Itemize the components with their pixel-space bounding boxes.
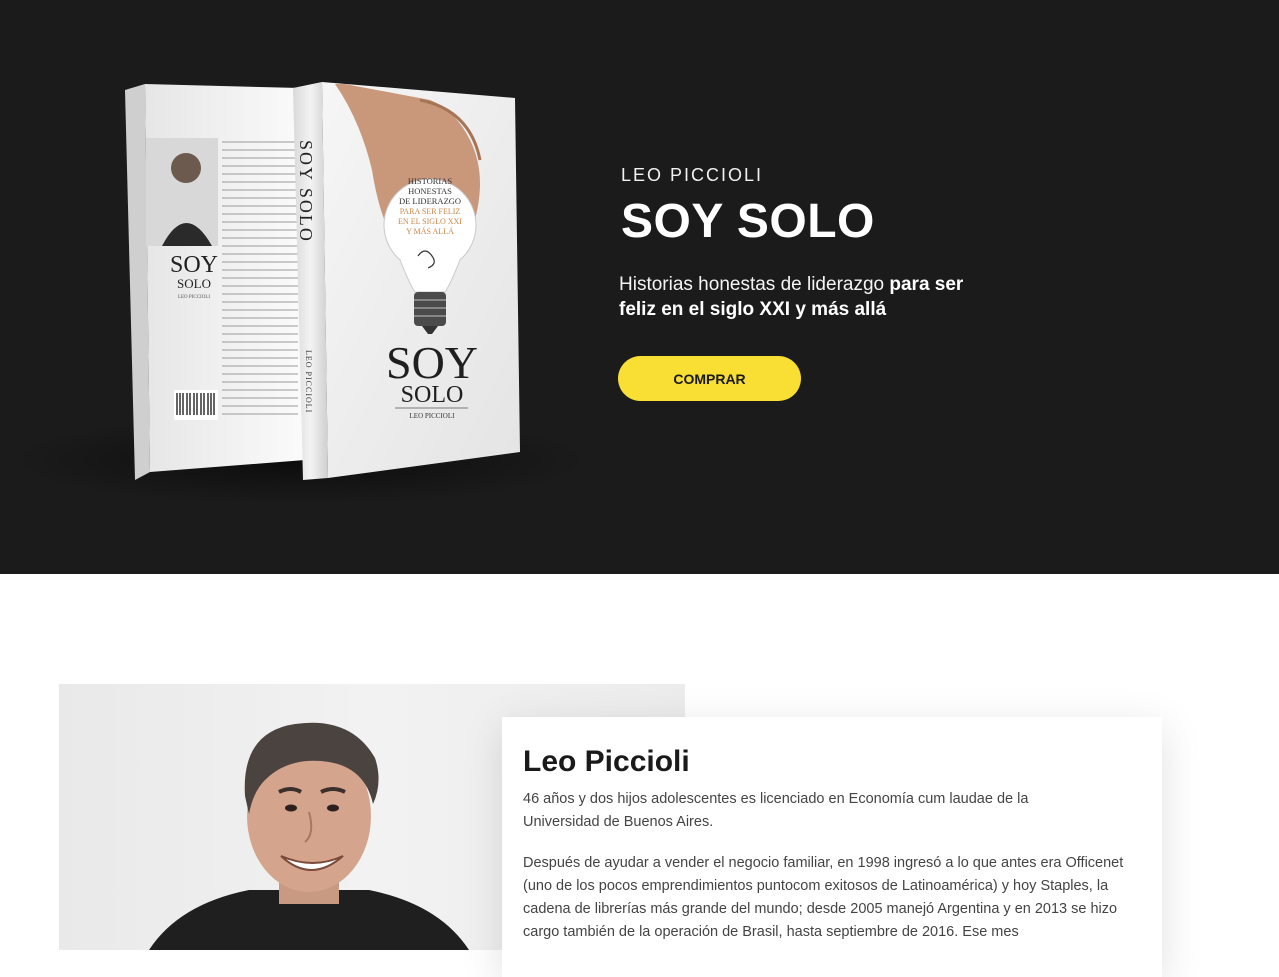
back-cover-author: LEO PICCIOLI bbox=[178, 295, 210, 300]
front-cover-title-2: SOLO bbox=[401, 382, 464, 408]
bulb-accent-1: PARA SER FELIZ bbox=[400, 207, 461, 216]
spine-author: LEO PICCIOLI bbox=[304, 350, 313, 413]
back-cover-title-2: SOLO bbox=[177, 276, 211, 291]
book-subtitle: Historias honestas de liderazgo para ser… bbox=[619, 272, 999, 322]
hero-section: SOY SOLO LEO PICCIOLI SOY SOLO LEO PICCI… bbox=[0, 0, 1279, 574]
front-cover-author: LEO PICCIOLI bbox=[410, 412, 456, 420]
front-book: SOY SOLO LEO PICCIOLI HISTORIAS HONESTAS bbox=[293, 82, 520, 480]
book-title: SOY SOLO bbox=[621, 195, 875, 248]
back-cover: SOY SOLO LEO PICCIOLI bbox=[125, 84, 305, 480]
buy-button[interactable]: COMPRAR bbox=[618, 356, 801, 401]
bulb-line-3: DE LIDERAZGO bbox=[399, 196, 461, 206]
bulb-accent-3: Y MÁS ALLÁ bbox=[406, 226, 454, 236]
barcode-icon bbox=[174, 390, 218, 420]
spine-title: SOY SOLO bbox=[296, 140, 316, 243]
bio-card: Leo Piccioli 46 años y dos hijos adolesc… bbox=[502, 717, 1162, 977]
book-mockup-image: SOY SOLO LEO PICCIOLI SOY SOLO LEO PICCI… bbox=[10, 82, 590, 505]
bio-paragraph-1: 46 años y dos hijos adolescentes es lice… bbox=[523, 791, 1029, 830]
bulb-line-1: HISTORIAS bbox=[408, 176, 453, 186]
back-cover-title-1: SOY bbox=[170, 252, 218, 278]
subtitle-regular: Historias honestas de liderazgo bbox=[619, 274, 890, 295]
front-cover-title-1: SOY bbox=[386, 337, 478, 388]
bulb-line-2: HONESTAS bbox=[408, 186, 452, 196]
bio-name: Leo Piccioli bbox=[523, 745, 690, 778]
bio-paragraph-2: Después de ayudar a vender el negocio fa… bbox=[523, 855, 1124, 940]
bulb-accent-2: EN EL SIGLO XXI bbox=[398, 217, 462, 226]
author-kicker: LEO PICCIOLI bbox=[621, 165, 764, 185]
